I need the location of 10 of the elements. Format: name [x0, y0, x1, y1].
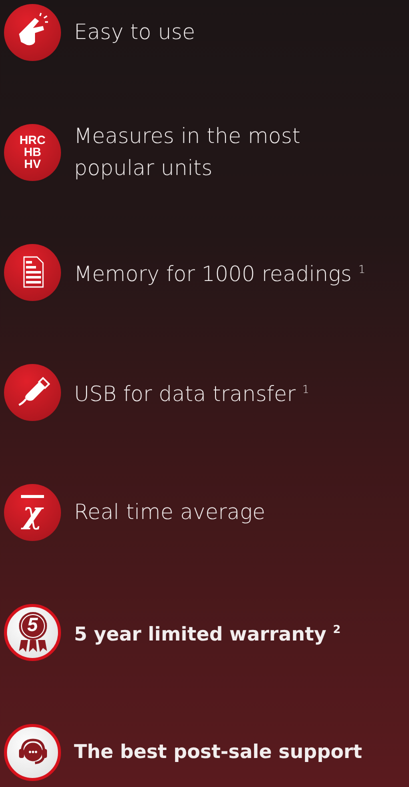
feature-label: The best post-sale support [74, 740, 362, 765]
average-icon: χ [4, 484, 61, 540]
feature-label: Easy to use [74, 19, 196, 46]
units-icon: HRC HB HV [4, 124, 61, 180]
feature-label: 5 year limited warranty $^{2}$ [74, 622, 341, 648]
feature-label: Measures in the most popular units [74, 123, 302, 182]
feature-label: Memory for 1000 readings $^{1}$ [74, 261, 366, 288]
feature-label: Real time average [74, 499, 266, 526]
medal-icon: 5 [4, 604, 61, 660]
feature-label: USB for data transfer $^{1}$ [74, 381, 310, 408]
